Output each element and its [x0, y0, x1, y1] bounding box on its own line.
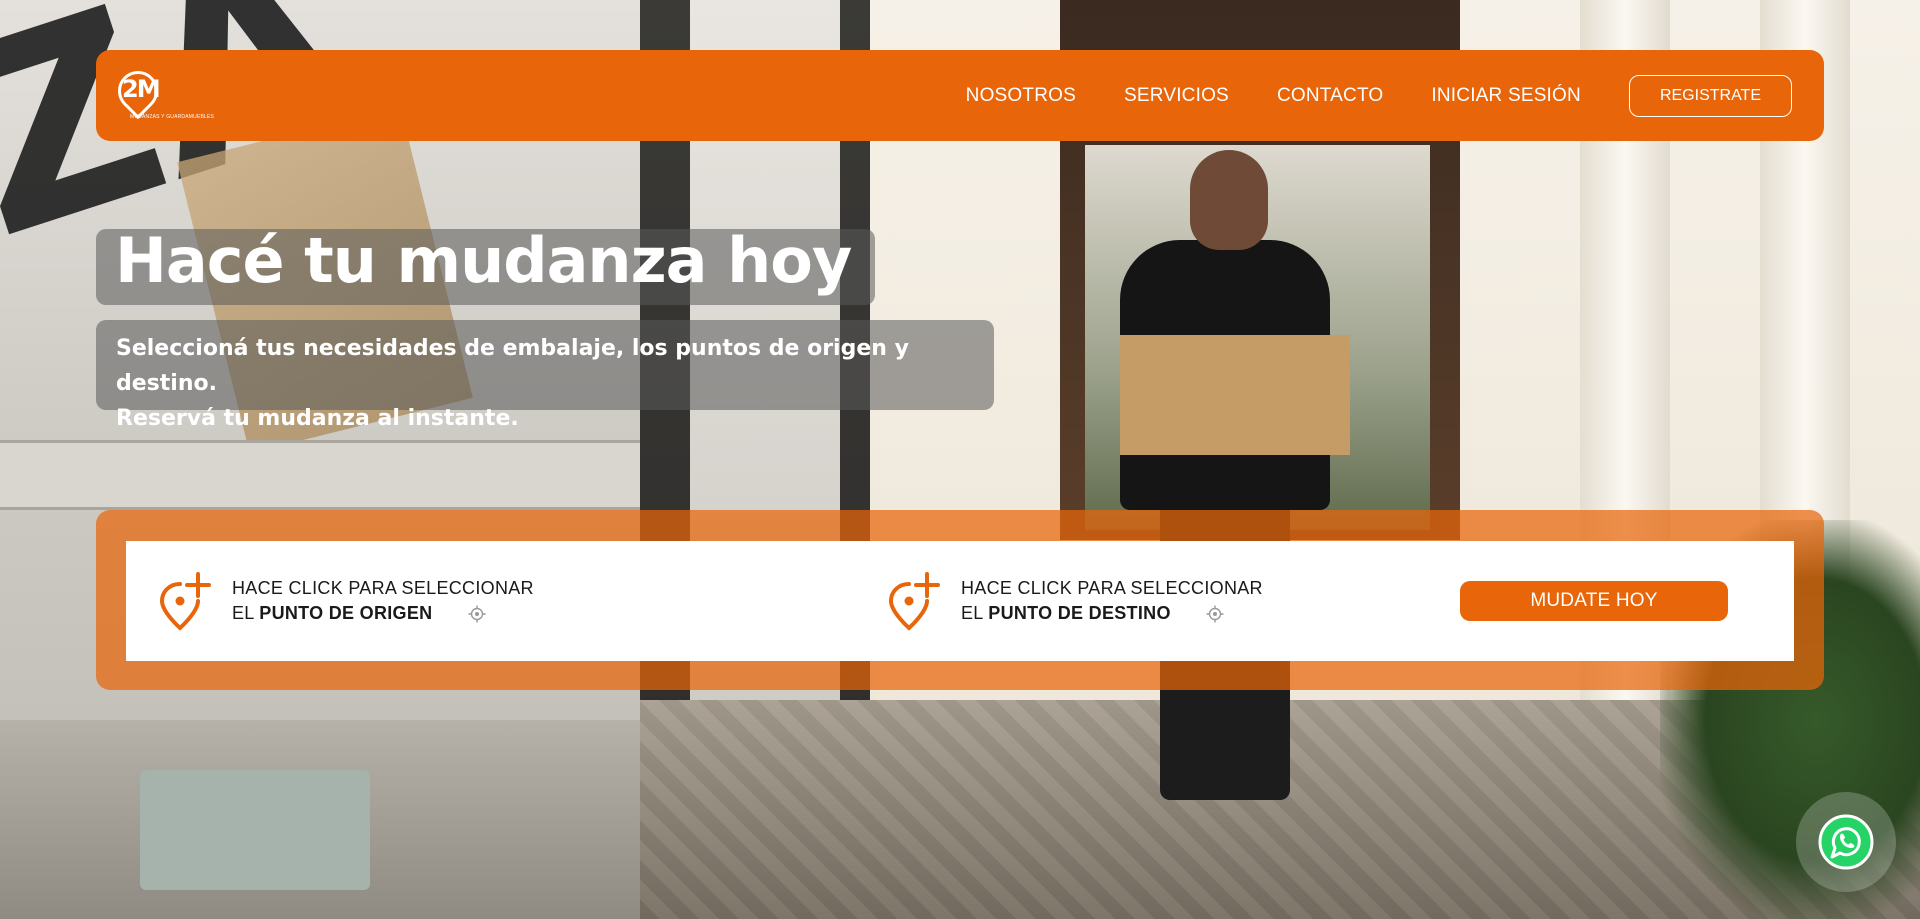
locate-target-icon — [1206, 605, 1224, 623]
hero-subtitle: Seleccioná tus necesidades de embalaje, … — [116, 331, 976, 436]
register-button[interactable]: REGISTRATE — [1628, 74, 1792, 117]
destination-point-selector[interactable]: HACE CLICK PARA SELECCIONAR EL PUNTO DE … — [887, 541, 1447, 661]
origin-point-strong: PUNTO DE ORIGEN — [259, 603, 433, 623]
destination-point-label: HACE CLICK PARA SELECCIONAR EL PUNTO DE … — [961, 576, 1263, 626]
map-pin-plus-icon — [888, 572, 940, 631]
main-nav: NOSOTROS SERVICIOS CONTACTO INICIAR SESI… — [966, 74, 1792, 117]
nav-link-login[interactable]: INICIAR SESIÓN — [1431, 85, 1581, 107]
map-pin-plus-icon — [159, 572, 211, 631]
hero-subtitle-line2: Reservá tu mudanza al instante. — [116, 406, 519, 431]
top-navbar: 2M MUDANZAS Y GUARDAMUEBLES NOSOTROS SER… — [96, 50, 1824, 141]
logo-subtitle: MUDANZAS Y GUARDAMUEBLES — [130, 113, 215, 120]
whatsapp-icon[interactable] — [1818, 814, 1874, 870]
locate-target-icon — [468, 605, 486, 623]
origin-point-prefix: EL — [232, 603, 254, 623]
nav-link-nosotros[interactable]: NOSOTROS — [966, 85, 1076, 107]
hero-subtitle-line1: Seleccioná tus necesidades de embalaje, … — [116, 336, 909, 396]
logo-mark-text: 2M — [122, 74, 161, 103]
destination-point-strong: PUNTO DE DESTINO — [988, 603, 1171, 623]
brand-logo[interactable]: 2M MUDANZAS Y GUARDAMUEBLES — [109, 62, 214, 123]
nav-link-servicios[interactable]: SERVICIOS — [1124, 85, 1229, 107]
destination-point-prefix: EL — [961, 603, 983, 623]
nav-link-contacto[interactable]: CONTACTO — [1277, 85, 1383, 107]
destination-point-line1: HACE CLICK PARA SELECCIONAR — [961, 578, 1263, 598]
origin-point-selector[interactable]: HACE CLICK PARA SELECCIONAR EL PUNTO DE … — [158, 541, 858, 661]
origin-point-line1: HACE CLICK PARA SELECCIONAR — [232, 578, 534, 598]
mudate-hoy-button[interactable]: MUDATE HOY — [1460, 581, 1728, 621]
origin-point-label: HACE CLICK PARA SELECCIONAR EL PUNTO DE … — [232, 576, 534, 626]
booking-panel: HACE CLICK PARA SELECCIONAR EL PUNTO DE … — [126, 541, 1794, 661]
hero-title: Hacé tu mudanza hoy — [115, 224, 852, 297]
